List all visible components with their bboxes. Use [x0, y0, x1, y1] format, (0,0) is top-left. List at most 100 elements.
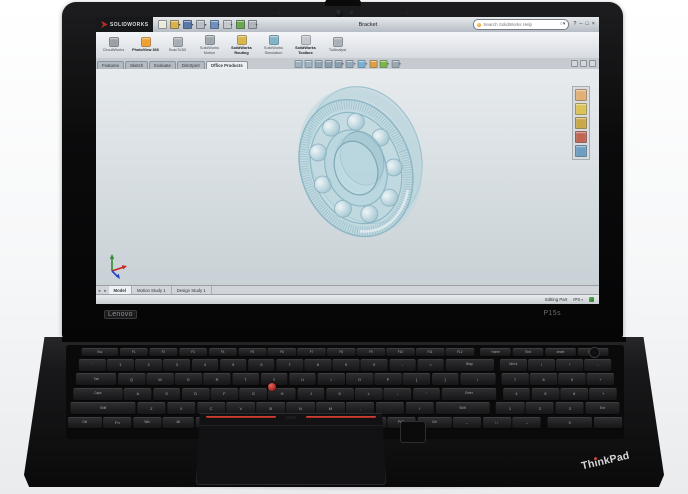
ribbon-item-solidworks-toolbox[interactable]: SolidWorks Toolbox: [292, 35, 319, 55]
key-s: S: [152, 387, 181, 401]
key-f9: F9: [356, 348, 385, 357]
zoom-fit-icon: [294, 59, 303, 68]
print-icon[interactable]: ▾: [196, 20, 207, 29]
undo-icon[interactable]: ▾: [209, 20, 220, 29]
key-w: W: [146, 373, 174, 386]
edit-appearance-icon[interactable]: [369, 59, 378, 68]
search-input[interactable]: [483, 22, 558, 27]
ribbon-office-products: CircuitWorks PhotoView 360 ScanTo3D SolidWo…: [96, 32, 599, 59]
key-t: T: [232, 373, 260, 386]
zoom-area-icon[interactable]: [304, 59, 313, 68]
key-numpad-1: 1: [495, 402, 525, 415]
ribbon-item-label: CircuitWorks: [102, 48, 125, 53]
view-settings-icon[interactable]: ▾: [391, 59, 401, 68]
key-numpad-9: 9: [558, 373, 586, 386]
solidworks-motion-icon: [204, 35, 215, 46]
graphics-viewport[interactable]: [96, 69, 599, 286]
key-q: Q: [118, 373, 146, 386]
chevron-down-icon: ▾: [399, 61, 401, 66]
key-arrow-up-down: ↑↓: [482, 416, 511, 429]
key-esc: Esc: [81, 348, 119, 357]
help-bulb-icon: [477, 22, 482, 27]
app-name: SOLIDWORKS: [110, 21, 149, 28]
ribbon-item-solidworks-motion[interactable]: SolidWorks Motion: [196, 35, 223, 55]
rebuild-icon[interactable]: [235, 20, 245, 29]
trackpoint: [268, 383, 276, 391]
tolanalyst-icon: [332, 37, 343, 48]
tab-features[interactable]: Features: [97, 61, 124, 69]
search-box[interactable]: ○▾: [473, 19, 570, 30]
key-j: J: [297, 387, 325, 401]
tab-office-products[interactable]: Office Products: [205, 61, 248, 69]
key-shift-right: Shift: [435, 402, 490, 415]
ribbon-item-label: SolidWorks Motion: [199, 46, 220, 55]
previous-view-icon[interactable]: [314, 59, 323, 68]
apply-scene-icon[interactable]: ▾: [379, 59, 389, 68]
chevron-down-icon: ▾: [342, 61, 344, 66]
fingerprint-reader: [400, 421, 426, 443]
display-style-icon[interactable]: ▾: [345, 59, 356, 68]
view-settings-icon: [391, 59, 400, 68]
ribbon-item-tolanalyst[interactable]: TolAnalyst: [324, 37, 351, 52]
tab-evaluate[interactable]: Evaluate: [149, 61, 176, 69]
section-view-icon[interactable]: [324, 59, 333, 68]
restore-icon[interactable]: □: [585, 21, 588, 28]
key-numpad-period: .: [593, 416, 623, 429]
ribbon-item-solidworks-routing[interactable]: SolidWorks Routing: [228, 35, 255, 55]
view-orientation-icon[interactable]: ▾: [334, 59, 344, 68]
minimize-icon[interactable]: –: [579, 21, 582, 28]
solidworks-logo: SOLIDWORKS: [96, 17, 154, 32]
appearances-icon[interactable]: [575, 131, 587, 143]
new-document-icon[interactable]: [158, 20, 168, 29]
hide-show-items-icon[interactable]: ▾: [357, 59, 367, 68]
units-dropdown[interactable]: IPS ▾: [573, 297, 583, 302]
key-insert: Insert: [544, 348, 577, 357]
scanto3d-icon: [172, 37, 183, 48]
collapse-pane-icon[interactable]: [571, 60, 578, 67]
pin-pane-icon[interactable]: [580, 60, 587, 67]
mic-hole: [406, 12, 408, 14]
key-home: Home: [480, 348, 512, 357]
options-icon[interactable]: ▾: [247, 20, 258, 29]
key-shift: Shift: [70, 402, 136, 415]
key-k: K: [326, 387, 354, 401]
select-icon[interactable]: ▾: [222, 20, 233, 29]
key-minus: -: [389, 358, 416, 372]
previous-view-icon: [314, 59, 323, 68]
zoom-fit-icon[interactable]: [294, 59, 303, 68]
solidworks-resources-icon[interactable]: [575, 89, 587, 101]
view-orientation-icon: [334, 59, 343, 68]
tab-sketch[interactable]: Sketch: [124, 61, 149, 69]
save-icon[interactable]: ▾: [183, 20, 193, 29]
bearing-3d-model: [298, 86, 423, 238]
ribbon-item-solidworks-simulation[interactable]: SolidWorks Simulation: [260, 35, 287, 55]
key-semicolon: ;: [383, 387, 412, 401]
thinkpad-logo-text: ThinkPad: [580, 449, 631, 473]
key-f3: F3: [178, 348, 208, 357]
keyboard-row: Caps A S D F G H J K L; ' Enter 4 5 6 +: [73, 387, 617, 401]
solidworks-simulation-icon: [268, 35, 279, 46]
key-backtick: `: [78, 358, 106, 372]
expand-pane-icon[interactable]: [589, 60, 596, 67]
open-icon[interactable]: ▾: [170, 20, 180, 29]
solidworks-routing-icon: [236, 35, 247, 46]
document-title: Bracket: [358, 21, 378, 28]
ribbon-item-scanto3d[interactable]: ScanTo3D: [164, 37, 191, 52]
ribbon-item-photoview-360[interactable]: PhotoView 360: [132, 37, 159, 52]
key-numpad-asterisk: *: [556, 358, 584, 372]
tab-dimxpert[interactable]: DimXpert: [176, 61, 205, 69]
key-1: 1: [107, 358, 134, 372]
keyboard-row: Esc F1 F2 F3 F4 F5 F6 F7 F8 F9 F10 F11 F12 Home End Ins…: [81, 348, 609, 357]
key-caps: Caps: [73, 387, 123, 401]
search-icon[interactable]: ○▾: [560, 22, 566, 27]
design-library-icon[interactable]: [575, 103, 587, 115]
custom-properties-icon[interactable]: [575, 145, 587, 157]
file-explorer-icon[interactable]: [575, 117, 587, 129]
help-icon[interactable]: ?: [573, 21, 576, 28]
ribbon-item-circuitworks[interactable]: CircuitWorks: [100, 37, 127, 52]
ribbon-item-label: SolidWorks Simulation: [263, 46, 284, 55]
key-nmlk: NmLk: [499, 358, 527, 372]
status-ok-icon: [589, 297, 594, 302]
key-2: 2: [135, 358, 162, 372]
close-icon[interactable]: ×: [592, 21, 595, 28]
